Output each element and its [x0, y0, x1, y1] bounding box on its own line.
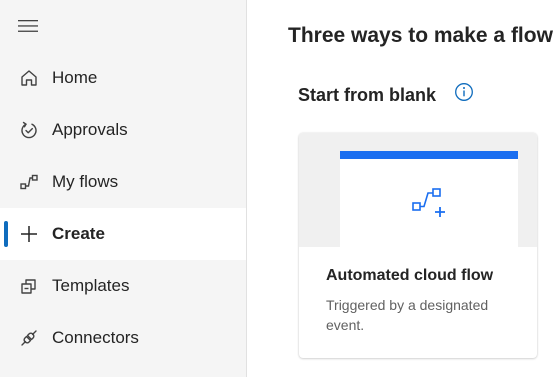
- active-indicator: [4, 221, 8, 247]
- sidebar: Home Approvals My flows Create Templates…: [0, 0, 247, 377]
- sidebar-item-my-flows[interactable]: My flows: [0, 156, 247, 208]
- sidebar-item-label: Create: [52, 224, 105, 243]
- automated-cloud-flow-card[interactable]: Automated cloud flow Triggered by a desi…: [299, 133, 537, 358]
- card-preview-bar: [340, 151, 518, 159]
- approvals-icon: [18, 119, 40, 141]
- hamburger-menu-icon[interactable]: [16, 14, 40, 38]
- automated-flow-icon: [409, 186, 449, 226]
- sidebar-item-templates[interactable]: Templates: [0, 260, 247, 312]
- home-icon: [18, 67, 40, 89]
- sidebar-item-label: My flows: [52, 172, 119, 191]
- card-preview-canvas: [340, 151, 518, 247]
- connectors-icon: [18, 327, 40, 349]
- main-content: Three ways to make a flow Start from bla…: [247, 0, 553, 377]
- sidebar-item-label: Home: [52, 68, 98, 87]
- sidebar-item-approvals[interactable]: Approvals: [0, 104, 247, 156]
- plus-icon: [18, 223, 40, 245]
- sidebar-item-label: Connectors: [52, 328, 139, 347]
- card-description: Triggered by a designated event.: [326, 297, 489, 333]
- my-flows-icon: [18, 171, 40, 193]
- card-preview: [299, 133, 537, 247]
- sidebar-item-connectors[interactable]: Connectors: [0, 312, 247, 364]
- info-icon[interactable]: [454, 82, 474, 102]
- sidebar-item-label: Approvals: [52, 120, 128, 139]
- templates-icon: [18, 275, 40, 297]
- section-title: Start from blank: [298, 85, 437, 105]
- sidebar-item-home[interactable]: Home: [0, 52, 247, 104]
- sidebar-item-create[interactable]: Create: [0, 208, 246, 260]
- card-title: Automated cloud flow: [326, 267, 494, 284]
- page-title: Three ways to make a flow: [288, 24, 553, 47]
- sidebar-item-label: Templates: [52, 276, 130, 295]
